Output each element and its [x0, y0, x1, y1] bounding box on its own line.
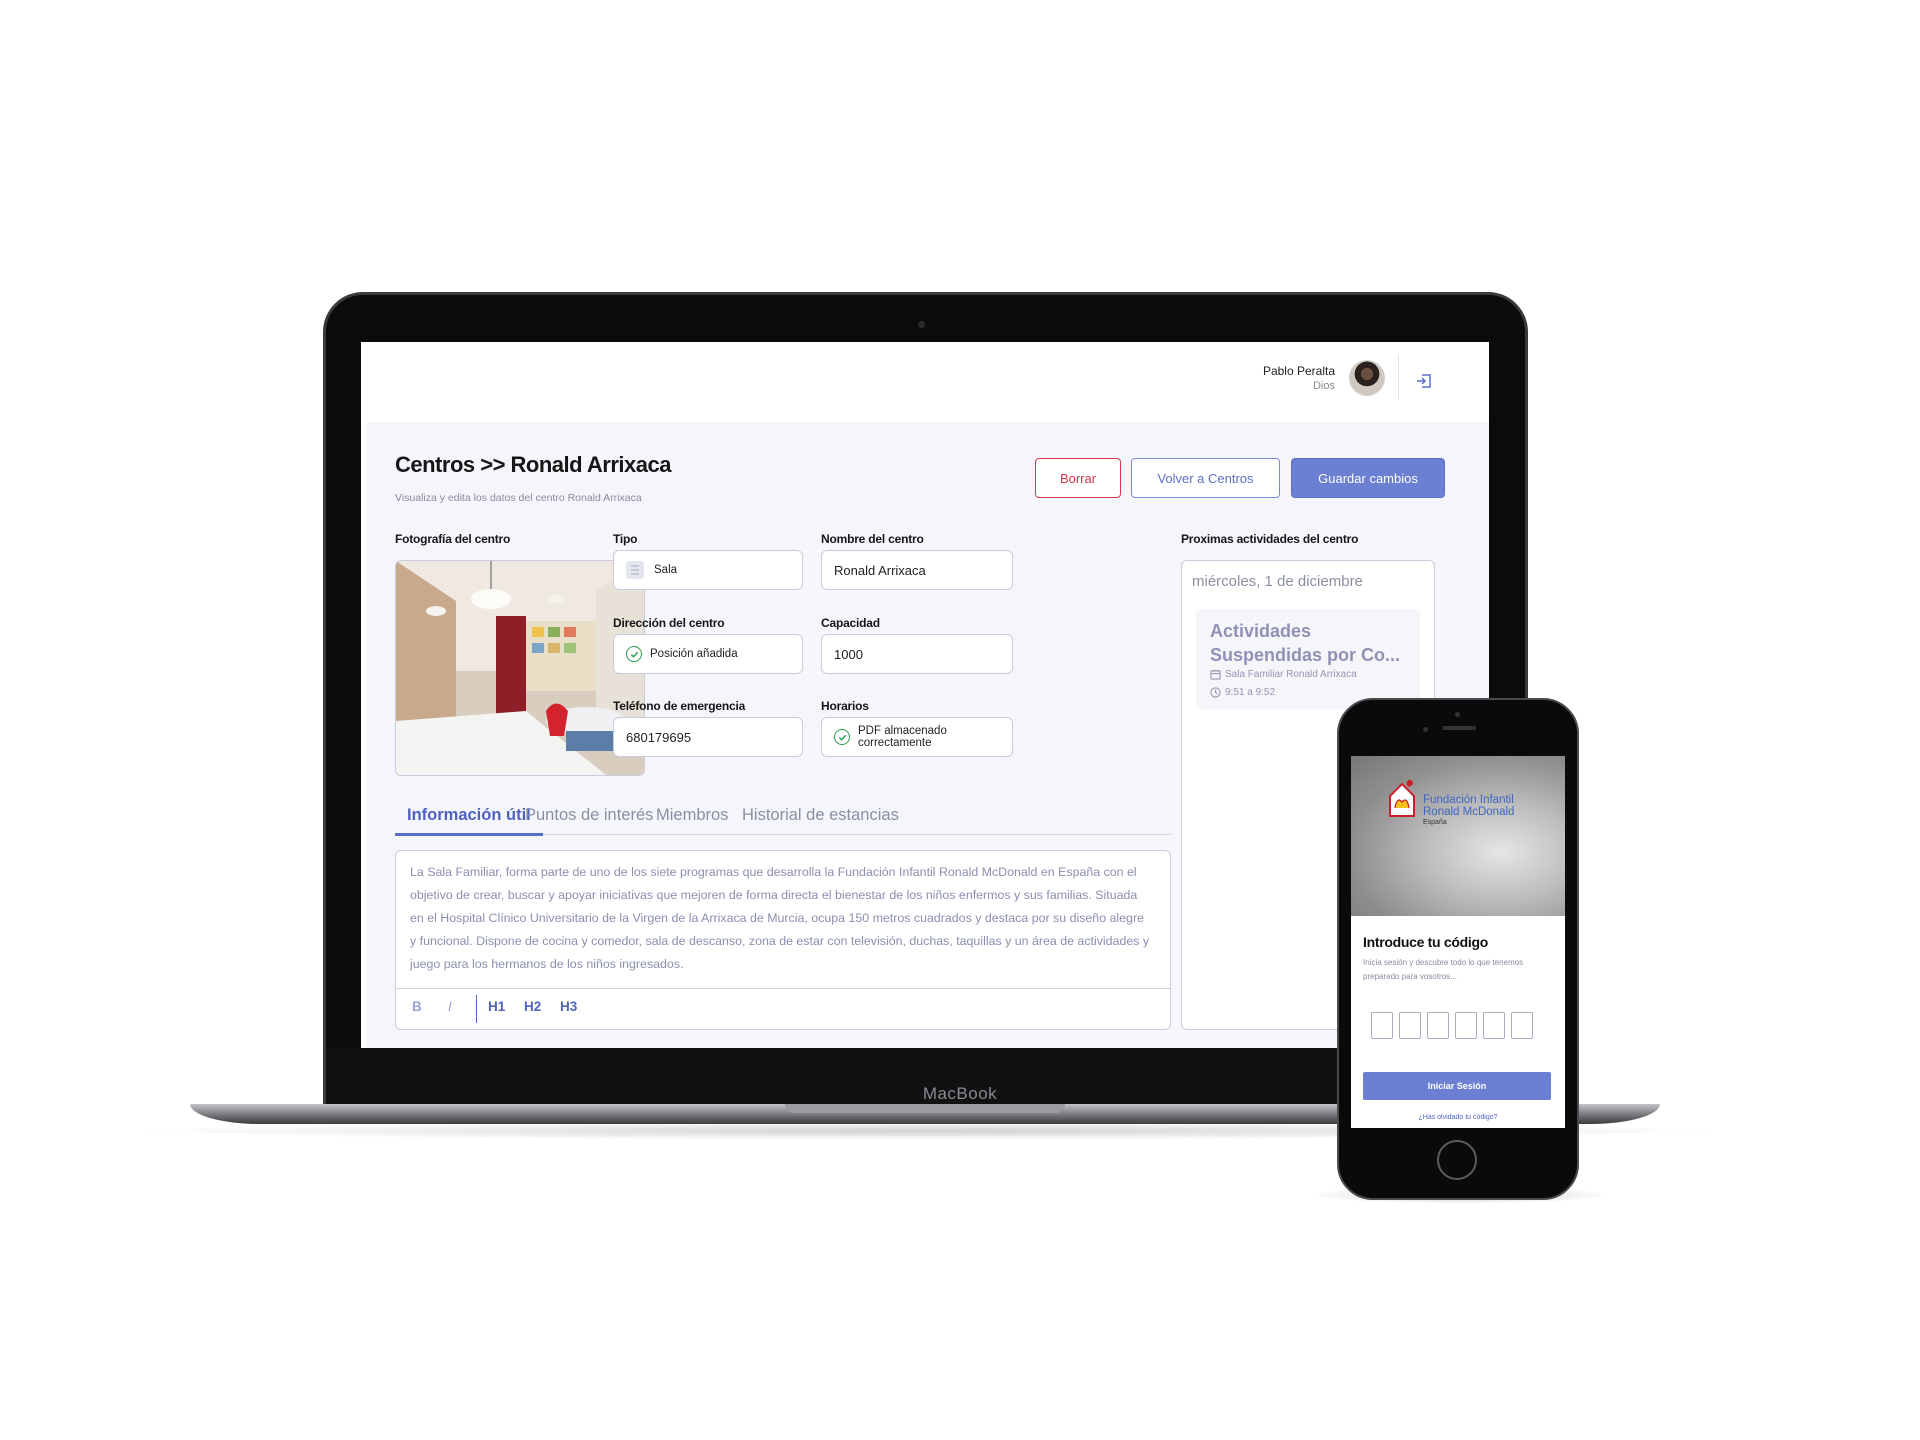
phone-label: Teléfono de emergencia	[613, 699, 746, 713]
code-digit-input[interactable]	[1511, 1012, 1533, 1039]
login-title: Introduce tu código	[1363, 934, 1488, 950]
calendar-icon	[1210, 669, 1221, 680]
brand-line-1: Fundación Infantil	[1423, 794, 1514, 806]
tab-stay-history[interactable]: Historial de estancias	[742, 806, 899, 825]
capacity-field[interactable]: 1000	[821, 634, 1013, 674]
phone-value: 680179695	[626, 729, 692, 745]
tab-useful-info[interactable]: Información útil	[407, 806, 531, 825]
laptop-camera	[918, 321, 925, 328]
address-field[interactable]: Posición añadida	[613, 634, 803, 674]
code-digit-input[interactable]	[1371, 1012, 1393, 1039]
brand-line-2: Ronald McDonald	[1423, 806, 1515, 818]
tab-points-of-interest[interactable]: Puntos de interés	[525, 806, 653, 825]
activity-time: 9:51 a 9:52	[1210, 687, 1275, 698]
logout-icon[interactable]	[1411, 368, 1437, 394]
h3-button[interactable]: H3	[560, 999, 577, 1014]
phone-speaker	[1442, 726, 1476, 730]
tab-bar: Información útil Puntos de interés Miemb…	[395, 800, 1171, 836]
photo-label: Fotografía del centro	[395, 532, 511, 546]
capacity-value: 1000	[834, 646, 863, 662]
schedule-value: PDF almacenado correctamente	[858, 725, 947, 749]
editor-toolbar: B I H1 H2 H3	[396, 988, 1170, 1029]
ronald-house-logo-icon	[1389, 779, 1415, 817]
clock-icon	[1210, 687, 1221, 698]
laptop-screen: Pablo Peralta Dios Centros >> Ronald Arr…	[361, 342, 1489, 1048]
type-value: Sala	[654, 564, 678, 576]
center-photo[interactable]	[395, 560, 645, 776]
center-name-field[interactable]: Ronald Arrixaca	[821, 550, 1013, 590]
check-circle-icon	[834, 729, 850, 745]
activity-card[interactable]: Actividades Suspendidas por Co... Sala F…	[1196, 609, 1420, 709]
italic-button[interactable]: I	[448, 999, 452, 1014]
divider	[1398, 354, 1399, 400]
laptop-notch	[785, 1104, 1065, 1113]
user-role: Dios	[1312, 380, 1335, 392]
laptop-brand-label: MacBook	[922, 1084, 998, 1103]
bold-button[interactable]: B	[412, 999, 422, 1014]
code-digit-input[interactable]	[1427, 1012, 1449, 1039]
activity-title: Actividades Suspendidas por Co...	[1210, 621, 1401, 665]
address-value: Posición añadida	[650, 648, 738, 660]
schedule-field[interactable]: PDF almacenado correctamente	[821, 717, 1013, 757]
capacity-label: Capacidad	[821, 616, 880, 630]
emergency-phone-field[interactable]: 680179695	[613, 717, 803, 757]
editor-content[interactable]: La Sala Familiar, forma parte de uno de …	[410, 861, 1150, 976]
page-title: Centros >> Ronald Arrixaca	[395, 452, 671, 477]
type-select[interactable]: Sala	[613, 550, 803, 590]
login-subtitle: Inicia sesión y descubre todo lo que ten…	[1363, 958, 1524, 981]
name-value: Ronald Arrixaca	[834, 562, 926, 578]
address-label: Dirección del centro	[613, 616, 725, 630]
app-header: Pablo Peralta Dios	[361, 342, 1489, 422]
tab-members[interactable]: Miembros	[656, 806, 728, 825]
toolbar-separator	[476, 995, 478, 1023]
type-label: Tipo	[613, 532, 638, 546]
page-subtitle: Visualiza y edita los datos del centro R…	[395, 492, 642, 504]
active-tab-indicator	[395, 833, 543, 836]
code-digit-input[interactable]	[1455, 1012, 1477, 1039]
activities-date: miércoles, 1 de diciembre	[1192, 573, 1363, 590]
schedule-label: Horarios	[821, 699, 869, 713]
building-icon	[626, 561, 644, 579]
forgot-code-link[interactable]: ¿Has olvidado tu código?	[1351, 1114, 1565, 1121]
h2-button[interactable]: H2	[524, 999, 541, 1014]
activity-time-text: 9:51 a 9:52	[1225, 687, 1276, 698]
avatar[interactable]	[1349, 360, 1385, 396]
code-input-group	[1371, 1012, 1533, 1039]
code-digit-input[interactable]	[1483, 1012, 1505, 1039]
save-changes-button[interactable]: Guardar cambios	[1291, 458, 1445, 498]
activities-label: Proximas actividades del centro	[1181, 532, 1359, 546]
phone-sensor	[1455, 712, 1460, 717]
login-button[interactable]: Iniciar Sesión	[1363, 1072, 1551, 1100]
phone-screen: Fundación Infantil Ronald McDonald Españ…	[1351, 756, 1565, 1128]
main-content: Centros >> Ronald Arrixaca Visualiza y e…	[367, 422, 1489, 1048]
delete-button[interactable]: Borrar	[1035, 458, 1121, 498]
back-to-centers-button[interactable]: Volver a Centros	[1131, 458, 1280, 498]
h1-button[interactable]: H1	[488, 999, 505, 1014]
activity-location-text: Sala Familiar Ronald Arrixaca	[1225, 669, 1357, 680]
phone-camera	[1423, 727, 1428, 732]
foundation-brand: Fundación Infantil Ronald McDonald	[1423, 794, 1514, 818]
brand-country: España	[1423, 819, 1447, 826]
name-label: Nombre del centro	[821, 532, 924, 546]
check-circle-icon	[626, 646, 642, 662]
user-info: Pablo Peralta Dios	[1263, 364, 1335, 392]
home-button[interactable]	[1437, 1140, 1477, 1180]
code-digit-input[interactable]	[1399, 1012, 1421, 1039]
user-name: Pablo Peralta	[1262, 364, 1335, 378]
activity-location: Sala Familiar Ronald Arrixaca	[1210, 669, 1357, 680]
hero-image: Fundación Infantil Ronald McDonald Españ…	[1351, 756, 1565, 916]
rich-text-editor[interactable]: La Sala Familiar, forma parte de uno de …	[395, 850, 1171, 1030]
